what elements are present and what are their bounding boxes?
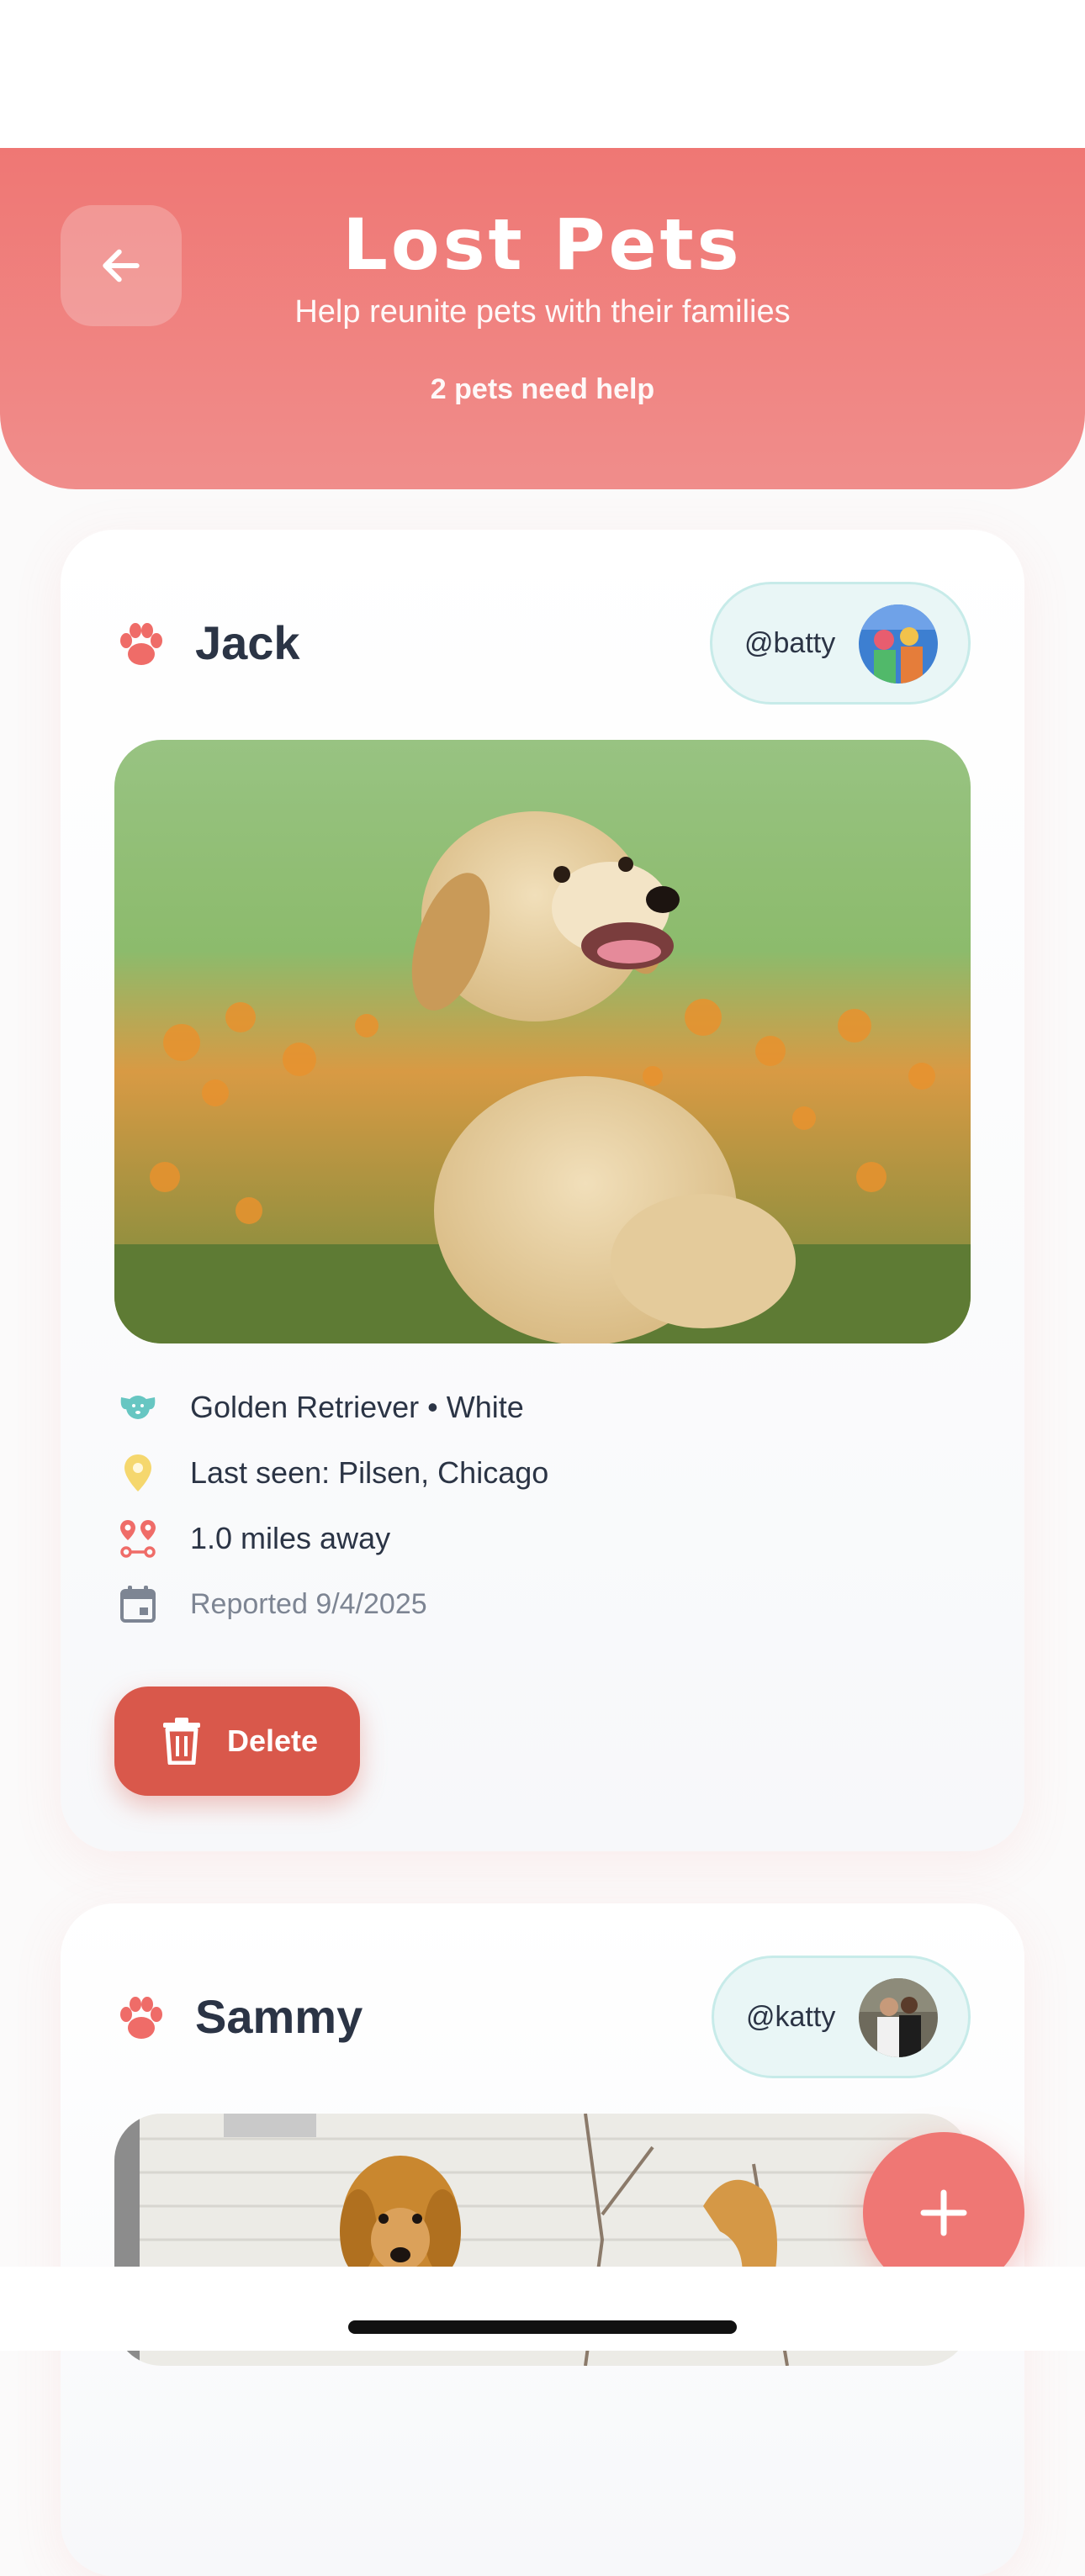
header: Lost Pets Help reunite pets with their f…: [0, 148, 1085, 489]
username: @katty: [746, 2001, 836, 2033]
page-subtitle: Help reunite pets with their families: [294, 294, 791, 330]
home-indicator[interactable]: [348, 2320, 737, 2334]
page-title: Lost Pets: [342, 203, 743, 286]
paw-icon: [120, 623, 162, 665]
pet-card[interactable]: Jack @batty Golden Retriever • White Las…: [61, 530, 1024, 1851]
distance-row: 1.0 miles away: [114, 1512, 390, 1565]
user-chip[interactable]: @batty: [710, 582, 971, 705]
reported-row: Reported 9/4/2025: [114, 1577, 427, 1631]
paw-icon: [120, 1997, 162, 2039]
breed-color: Golden Retriever • White: [190, 1390, 524, 1424]
avatar: [859, 604, 938, 684]
distance: 1.0 miles away: [190, 1521, 391, 1555]
trash-icon: [163, 1718, 200, 1765]
username: @batty: [744, 627, 836, 659]
pet-photo: [114, 740, 971, 1343]
dog-face-icon: [120, 1396, 156, 1419]
location-pin-icon: [124, 1454, 151, 1491]
status-bar: [0, 0, 1085, 148]
delete-button[interactable]: Delete: [114, 1687, 360, 1796]
breed-row: Golden Retriever • White: [114, 1380, 524, 1434]
reported-date: Reported 9/4/2025: [190, 1587, 427, 1620]
avatar: [859, 1978, 938, 2057]
pet-name: Jack: [195, 616, 300, 669]
delete-label: Delete: [227, 1723, 319, 1758]
route-icon: [120, 1520, 156, 1558]
user-chip[interactable]: @katty: [712, 1956, 971, 2078]
plus-icon: [920, 2189, 967, 2236]
pets-count: 2 pets need help: [430, 373, 655, 405]
last-seen-row: Last seen: Pilsen, Chicago: [114, 1446, 548, 1500]
pet-name: Sammy: [195, 1990, 363, 2043]
last-seen: Last seen: Pilsen, Chicago: [190, 1455, 549, 1490]
calendar-icon: [120, 1586, 156, 1623]
bottom-safe-area: [0, 2267, 1085, 2351]
